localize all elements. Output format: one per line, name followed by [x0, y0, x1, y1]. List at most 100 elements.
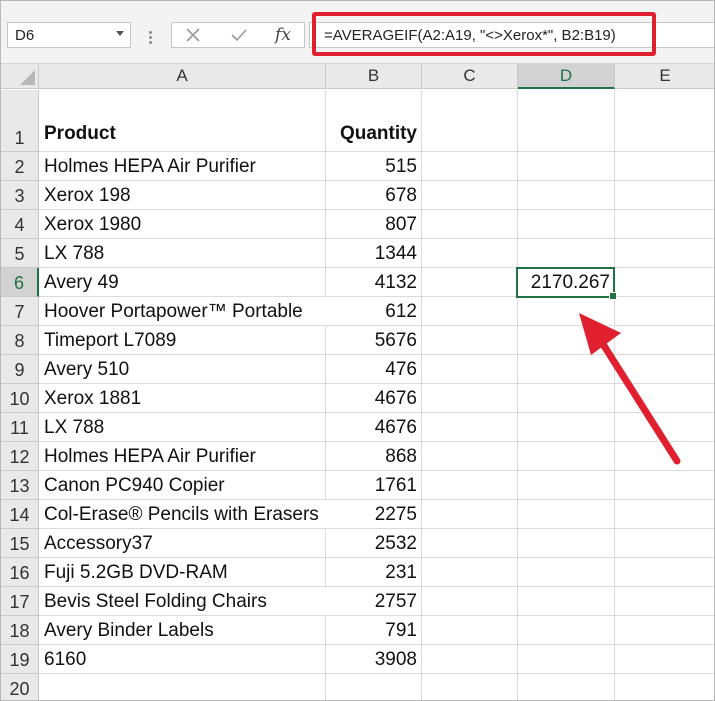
row-header-10[interactable]: 10: [1, 384, 39, 413]
cell-a17[interactable]: Bevis Steel Folding Chairs: [39, 587, 326, 616]
cell-b18[interactable]: 791: [326, 616, 422, 645]
cell-d11[interactable]: [518, 413, 615, 442]
cell-d1[interactable]: [518, 90, 615, 152]
cell-a11[interactable]: LX 788: [39, 413, 326, 442]
cell-d5[interactable]: [518, 239, 615, 268]
cell-d7[interactable]: [518, 297, 615, 326]
cell-a6[interactable]: Avery 49: [39, 268, 326, 297]
cell-a2[interactable]: Holmes HEPA Air Purifier: [39, 152, 326, 181]
cell-c20[interactable]: [422, 674, 518, 700]
cell-a3[interactable]: Xerox 198: [39, 181, 326, 210]
cell-b7[interactable]: 612: [326, 297, 422, 326]
cell-e18[interactable]: [615, 616, 714, 645]
row-header-4[interactable]: 4: [1, 210, 39, 239]
cell-b6[interactable]: 4132: [326, 268, 422, 297]
cell-c9[interactable]: [422, 355, 518, 384]
column-header-d[interactable]: D: [518, 64, 615, 89]
cell-b14[interactable]: 2275: [326, 500, 422, 529]
cell-d12[interactable]: [518, 442, 615, 471]
cell-c11[interactable]: [422, 413, 518, 442]
drag-handle-icon[interactable]: [149, 31, 153, 45]
cell-c4[interactable]: [422, 210, 518, 239]
cell-a8[interactable]: Timeport L7089: [39, 326, 326, 355]
row-header-3[interactable]: 3: [1, 181, 39, 210]
row-header-9[interactable]: 9: [1, 355, 39, 384]
cell-d9[interactable]: [518, 355, 615, 384]
cell-d14[interactable]: [518, 500, 615, 529]
row-header-13[interactable]: 13: [1, 471, 39, 500]
cell-b8[interactable]: 5676: [326, 326, 422, 355]
row-header-17[interactable]: 17: [1, 587, 39, 616]
row-header-1[interactable]: 1: [1, 90, 39, 152]
row-header-16[interactable]: 16: [1, 558, 39, 587]
cell-d8[interactable]: [518, 326, 615, 355]
cell-b1[interactable]: Quantity: [326, 90, 422, 152]
cell-a9[interactable]: Avery 510: [39, 355, 326, 384]
cell-e16[interactable]: [615, 558, 714, 587]
cell-e2[interactable]: [615, 152, 714, 181]
cell-b19[interactable]: 3908: [326, 645, 422, 674]
cell-b20[interactable]: [326, 674, 422, 700]
cell-e10[interactable]: [615, 384, 714, 413]
cell-d16[interactable]: [518, 558, 615, 587]
cell-b2[interactable]: 515: [326, 152, 422, 181]
row-header-8[interactable]: 8: [1, 326, 39, 355]
cell-d18[interactable]: [518, 616, 615, 645]
cell-d13[interactable]: [518, 471, 615, 500]
cell-a14[interactable]: Col-Erase® Pencils with Erasers: [39, 500, 326, 529]
cell-e11[interactable]: [615, 413, 714, 442]
select-all-button[interactable]: [1, 64, 39, 89]
cell-e8[interactable]: [615, 326, 714, 355]
cell-b12[interactable]: 868: [326, 442, 422, 471]
cell-e3[interactable]: [615, 181, 714, 210]
cell-c17[interactable]: [422, 587, 518, 616]
row-header-15[interactable]: 15: [1, 529, 39, 558]
cell-a18[interactable]: Avery Binder Labels: [39, 616, 326, 645]
cell-b9[interactable]: 476: [326, 355, 422, 384]
cell-d15[interactable]: [518, 529, 615, 558]
cell-e1[interactable]: [615, 90, 714, 152]
cell-e5[interactable]: [615, 239, 714, 268]
insert-function-icon[interactable]: fx: [268, 25, 298, 45]
cell-c5[interactable]: [422, 239, 518, 268]
cell-c7[interactable]: [422, 297, 518, 326]
cell-a19[interactable]: 6160: [39, 645, 326, 674]
cell-b5[interactable]: 1344: [326, 239, 422, 268]
cell-b3[interactable]: 678: [326, 181, 422, 210]
cell-e4[interactable]: [615, 210, 714, 239]
cell-b11[interactable]: 4676: [326, 413, 422, 442]
cancel-icon[interactable]: [178, 25, 208, 45]
cell-c19[interactable]: [422, 645, 518, 674]
cell-c2[interactable]: [422, 152, 518, 181]
cell-e17[interactable]: [615, 587, 714, 616]
cell-b13[interactable]: 1761: [326, 471, 422, 500]
row-header-12[interactable]: 12: [1, 442, 39, 471]
column-header-c[interactable]: C: [422, 64, 518, 89]
cell-c8[interactable]: [422, 326, 518, 355]
row-header-7[interactable]: 7: [1, 297, 39, 326]
cell-c6[interactable]: [422, 268, 518, 297]
cell-a5[interactable]: LX 788: [39, 239, 326, 268]
cell-d10[interactable]: [518, 384, 615, 413]
cell-c14[interactable]: [422, 500, 518, 529]
row-header-11[interactable]: 11: [1, 413, 39, 442]
cell-e14[interactable]: [615, 500, 714, 529]
cell-c18[interactable]: [422, 616, 518, 645]
cell-a13[interactable]: Canon PC940 Copier: [39, 471, 326, 500]
cell-b15[interactable]: 2532: [326, 529, 422, 558]
cell-b10[interactable]: 4676: [326, 384, 422, 413]
cell-b16[interactable]: 231: [326, 558, 422, 587]
cell-c3[interactable]: [422, 181, 518, 210]
cell-a4[interactable]: Xerox 1980: [39, 210, 326, 239]
cell-b4[interactable]: 807: [326, 210, 422, 239]
row-header-6[interactable]: 6: [1, 268, 39, 297]
column-header-b[interactable]: B: [326, 64, 422, 89]
cell-d17[interactable]: [518, 587, 615, 616]
row-header-2[interactable]: 2: [1, 152, 39, 181]
cell-a16[interactable]: Fuji 5.2GB DVD-RAM: [39, 558, 326, 587]
cell-e19[interactable]: [615, 645, 714, 674]
name-box[interactable]: D6: [7, 22, 131, 48]
cell-e6[interactable]: [615, 268, 714, 297]
cell-e13[interactable]: [615, 471, 714, 500]
enter-check-icon[interactable]: [224, 25, 254, 45]
